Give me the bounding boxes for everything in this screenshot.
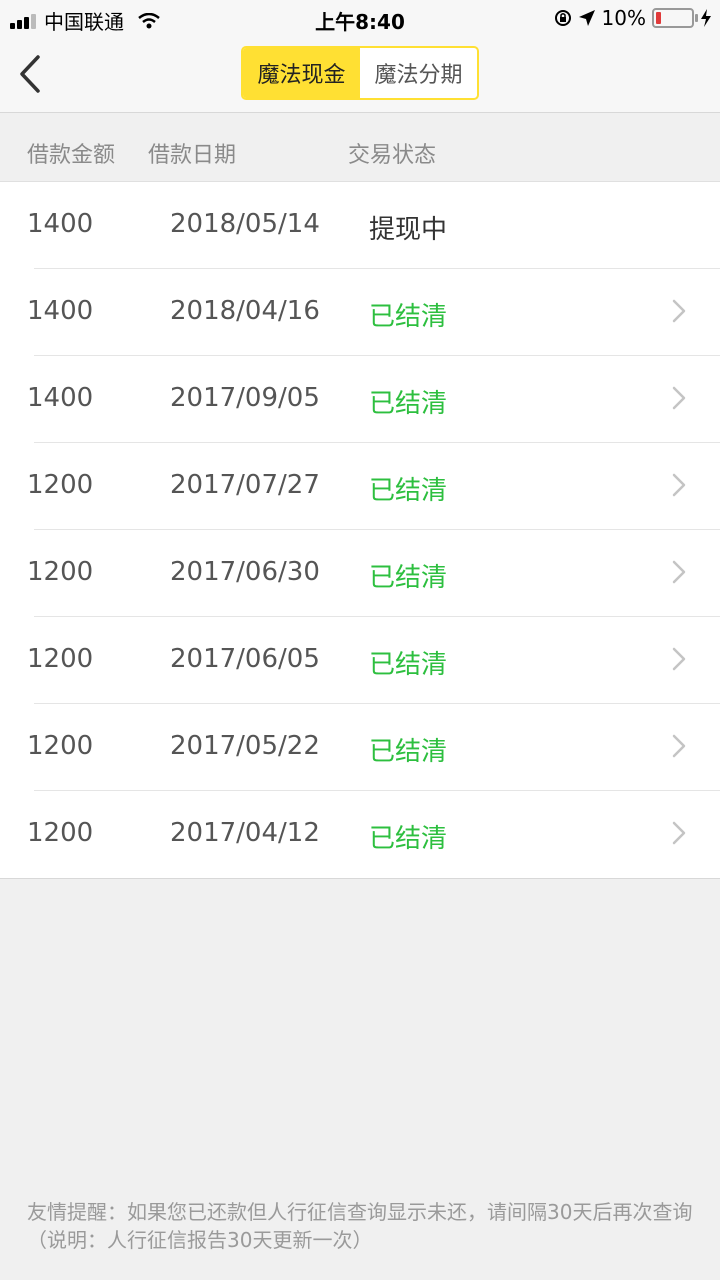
loan-amount: 1200 [27, 557, 94, 587]
loan-status: 已结清 [369, 824, 448, 854]
chevron-right-icon[interactable] [672, 560, 686, 584]
loan-row[interactable]: 1400 2017/09/05 已结清 [0, 356, 720, 443]
loan-row[interactable]: 1200 2017/05/22 已结清 [0, 704, 720, 791]
loan-amount: 1200 [27, 644, 94, 674]
status-right: 10% [554, 6, 712, 30]
loan-amount: 1200 [27, 818, 94, 848]
loan-amount: 1400 [27, 296, 94, 326]
loan-row[interactable]: 1200 2017/06/05 已结清 [0, 617, 720, 704]
location-icon [578, 10, 595, 26]
loan-list: 1400 2018/05/14 提现中 1400 2018/04/16 已结清 1400 20… [0, 182, 720, 879]
loan-date: 2017/07/27 [170, 470, 320, 500]
loan-row[interactable]: 1200 2017/04/12 已结清 [0, 791, 720, 878]
loan-row: 1400 2018/05/14 提现中 [0, 182, 720, 269]
loan-status: 已结清 [369, 302, 448, 332]
loan-date: 2017/06/05 [170, 644, 320, 674]
loan-amount: 1200 [27, 731, 94, 761]
loan-amount: 1400 [27, 209, 94, 239]
loan-date: 2018/04/16 [170, 296, 320, 326]
loan-date: 2018/05/14 [170, 209, 320, 239]
loan-status: 已结清 [369, 476, 448, 506]
column-header-amount: 借款金额 [27, 143, 116, 168]
footer-notice: 友情提醒：如果您已还款但人行征信查询显示未还，请间隔30天后再次查询（说明：人行… [27, 1200, 693, 1252]
back-chevron-icon[interactable] [16, 54, 46, 94]
loan-row[interactable]: 1200 2017/07/27 已结清 [0, 443, 720, 530]
column-header-status: 交易状态 [348, 143, 437, 168]
battery-percent: 10% [601, 6, 646, 30]
nav-bar: 魔法现金 魔法分期 [0, 36, 720, 113]
table-header: 借款金额 借款日期 交易状态 [0, 113, 720, 182]
tab-magic-installment[interactable]: 魔法分期 [360, 48, 477, 98]
battery-icon [652, 8, 698, 28]
rotation-lock-icon [554, 10, 571, 26]
chevron-right-icon[interactable] [672, 299, 686, 323]
tab-magic-cash[interactable]: 魔法现金 [243, 48, 360, 98]
loan-status: 已结清 [369, 389, 448, 419]
status-bar: 中国联通 上午8:40 10% [0, 0, 720, 36]
loan-amount: 1200 [27, 470, 94, 500]
charging-icon [701, 9, 711, 27]
loan-amount: 1400 [27, 383, 94, 413]
loan-row[interactable]: 1400 2018/04/16 已结清 [0, 269, 720, 356]
loan-status: 提现中 [369, 215, 448, 245]
column-header-date: 借款日期 [148, 143, 237, 168]
loan-status: 已结清 [369, 650, 448, 680]
loan-date: 2017/05/22 [170, 731, 320, 761]
loan-date: 2017/06/30 [170, 557, 320, 587]
chevron-right-icon[interactable] [672, 821, 686, 845]
loan-date: 2017/04/12 [170, 818, 320, 848]
chevron-right-icon[interactable] [672, 647, 686, 671]
chevron-right-icon[interactable] [672, 734, 686, 758]
loan-status: 已结清 [369, 737, 448, 767]
loan-row[interactable]: 1200 2017/06/30 已结清 [0, 530, 720, 617]
chevron-right-icon[interactable] [672, 473, 686, 497]
loan-status: 已结清 [369, 563, 448, 593]
chevron-right-icon[interactable] [672, 386, 686, 410]
loan-date: 2017/09/05 [170, 383, 320, 413]
product-segmented-control: 魔法现金 魔法分期 [241, 46, 479, 100]
